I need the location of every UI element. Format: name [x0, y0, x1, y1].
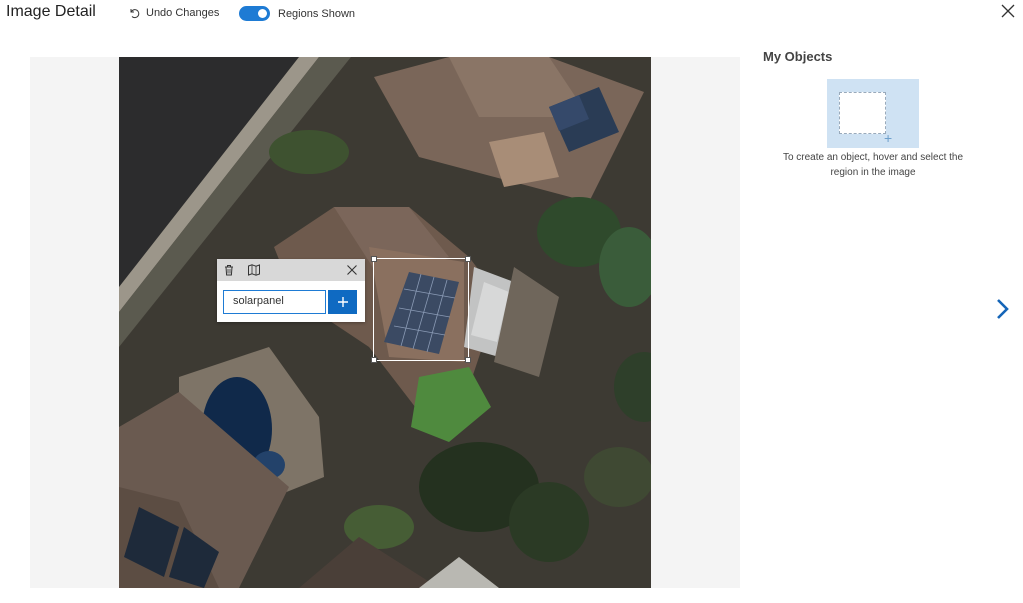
- regions-shown-toggle[interactable]: [239, 6, 270, 21]
- selected-region-box[interactable]: [371, 256, 471, 363]
- resize-handle-top-right[interactable]: [465, 256, 471, 262]
- tag-name-input[interactable]: solarpanel: [223, 290, 326, 314]
- my-objects-title: My Objects: [763, 49, 833, 64]
- region-tag-popup: solarpanel: [217, 259, 365, 322]
- undo-icon: [130, 9, 140, 19]
- trash-icon[interactable]: [222, 263, 236, 277]
- new-object-placeholder: +: [827, 79, 919, 148]
- placeholder-plus-icon: +: [884, 130, 893, 146]
- tag-popup-toolbar: [217, 259, 365, 281]
- header-bar: Image Detail Undo Changes Regions Shown: [0, 0, 1023, 30]
- add-tag-button[interactable]: [328, 290, 357, 314]
- resize-handle-bottom-left[interactable]: [371, 357, 377, 363]
- map-icon[interactable]: [247, 263, 261, 277]
- undo-changes-label: Undo Changes: [146, 7, 220, 19]
- regions-toggle-group: Regions Shown: [239, 6, 355, 21]
- toggle-knob: [258, 9, 267, 18]
- resize-handle-bottom-right[interactable]: [465, 357, 471, 363]
- regions-shown-label: Regions Shown: [278, 7, 356, 20]
- dashed-region-icon: [839, 92, 886, 134]
- undo-changes-button[interactable]: Undo Changes: [128, 7, 219, 19]
- popup-close-icon[interactable]: [345, 263, 359, 277]
- plus-icon: [337, 297, 348, 307]
- page-title: Image Detail: [6, 3, 96, 20]
- chevron-right-icon[interactable]: [990, 296, 1014, 322]
- resize-handle-top-left[interactable]: [371, 256, 377, 262]
- create-object-hint: To create an object, hover and select th…: [782, 152, 964, 178]
- close-icon[interactable]: [997, 0, 1017, 20]
